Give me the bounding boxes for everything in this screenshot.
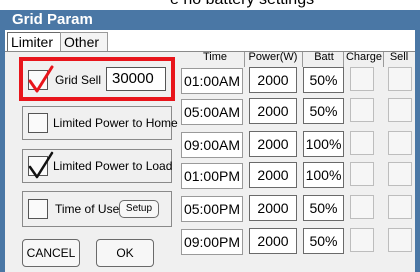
cancel-button[interactable]: CANCEL <box>22 239 80 267</box>
batt-cell[interactable]: 50% <box>303 195 344 221</box>
charge-checkbox[interactable] <box>350 228 374 252</box>
time-of-use-label: Time of Use <box>55 202 120 216</box>
limiter-panel: Grid Sell 30000 Limited Power to Home Li… <box>5 51 415 272</box>
sell-checkbox[interactable] <box>388 228 412 252</box>
time-cell[interactable]: 05:00AM <box>181 99 243 125</box>
setup-button[interactable]: Setup <box>119 200 159 218</box>
sell-checkbox[interactable] <box>388 98 412 122</box>
limited-power-to-home-group: Limited Power to Home <box>22 106 178 140</box>
charge-checkbox[interactable] <box>350 162 374 186</box>
column-divider <box>343 52 344 67</box>
batt-cell[interactable]: 50% <box>303 228 344 254</box>
ok-button[interactable]: OK <box>96 239 154 267</box>
tab-other[interactable]: Other <box>60 32 108 51</box>
header-power: Power(W) <box>248 51 298 63</box>
power-cell[interactable]: 2000 <box>249 195 297 221</box>
column-divider <box>302 52 303 67</box>
window-content: Limiter Other Grid Sell 30000 Limited Po… <box>5 30 415 272</box>
limited-power-to-load-group: Limited Power to Load <box>22 149 172 183</box>
time-cell[interactable]: 09:00PM <box>181 229 243 255</box>
limited-power-to-load-label: Limited Power to Load <box>53 159 173 173</box>
window-title: Grid Param <box>12 11 93 28</box>
sell-checkbox[interactable] <box>388 67 412 91</box>
power-cell[interactable]: 2000 <box>249 228 297 254</box>
sell-checkbox[interactable] <box>388 131 412 155</box>
limited-power-to-home-label: Limited Power to Home <box>53 116 178 130</box>
background-caption-text: e no battery settings <box>170 0 314 9</box>
power-cell[interactable]: 2000 <box>249 131 297 157</box>
limited-power-to-load-checkbox[interactable] <box>28 151 54 179</box>
tab-limiter[interactable]: Limiter <box>7 32 61 51</box>
time-cell[interactable]: 01:00AM <box>181 68 243 94</box>
limited-power-to-home-checkbox[interactable] <box>28 113 48 133</box>
time-of-use-group: Time of Use Setup <box>22 191 172 227</box>
header-time: Time <box>202 51 228 63</box>
sell-checkbox[interactable] <box>388 195 412 219</box>
batt-cell[interactable]: 50% <box>303 98 344 124</box>
grid-param-window: Grid Param Limiter Other Grid Sell 30000 <box>0 10 420 272</box>
header-charge: Charge <box>345 51 383 63</box>
batt-cell[interactable]: 100% <box>303 162 344 188</box>
batt-cell[interactable]: 50% <box>303 67 344 93</box>
charge-checkbox[interactable] <box>350 98 374 122</box>
check-mark-icon <box>28 151 54 179</box>
sell-checkbox[interactable] <box>388 162 412 186</box>
power-cell[interactable]: 2000 <box>249 98 297 124</box>
charge-checkbox[interactable] <box>350 67 374 91</box>
power-cell[interactable]: 2000 <box>249 67 297 93</box>
column-divider <box>383 52 384 67</box>
charge-checkbox[interactable] <box>350 195 374 219</box>
title-bar: Grid Param <box>0 10 420 30</box>
header-sell: Sell <box>389 51 409 63</box>
background-caption-fragment: e no battery settings <box>0 0 420 10</box>
time-of-use-checkbox[interactable] <box>28 199 48 219</box>
power-cell[interactable]: 2000 <box>249 162 297 188</box>
time-cell[interactable]: 01:00PM <box>181 163 243 189</box>
charge-checkbox[interactable] <box>350 131 374 155</box>
grid-sell-highlight-box <box>19 57 175 101</box>
header-batt: Batt <box>314 51 334 63</box>
batt-cell[interactable]: 100% <box>303 131 344 157</box>
column-divider <box>244 52 245 67</box>
tab-bar: Limiter Other <box>5 30 415 52</box>
time-cell[interactable]: 09:00AM <box>181 132 243 158</box>
time-cell[interactable]: 05:00PM <box>181 196 243 222</box>
